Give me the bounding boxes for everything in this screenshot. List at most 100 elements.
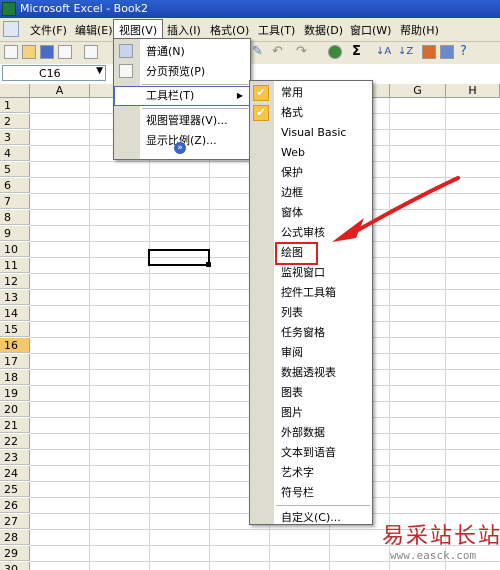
toolbar-menu-item[interactable]: 任务窗格 — [250, 323, 372, 343]
toolbar-menu-label: Visual Basic — [281, 126, 347, 139]
undo-icon[interactable]: ↶ — [272, 44, 283, 60]
toolbar-menu-item[interactable]: 图片 — [250, 403, 372, 423]
row-header[interactable]: 28 — [0, 530, 30, 545]
menu-file[interactable]: 文件(F) — [30, 22, 67, 38]
row-header[interactable]: 26 — [0, 498, 30, 513]
menu-edit[interactable]: 编辑(E) — [75, 22, 113, 38]
autosum-icon[interactable]: Σ — [352, 44, 361, 60]
menu-help[interactable]: 帮助(H) — [400, 22, 439, 38]
row-header[interactable]: 2 — [0, 114, 30, 129]
row-header[interactable]: 25 — [0, 482, 30, 497]
column-header[interactable]: G — [390, 84, 446, 98]
row-header[interactable]: 22 — [0, 434, 30, 449]
row-header[interactable]: 13 — [0, 290, 30, 305]
toolbar-menu-item[interactable]: 监视窗口 — [250, 263, 372, 283]
name-box-value: C16 — [39, 67, 61, 80]
row-header[interactable]: 27 — [0, 514, 30, 529]
gridline — [89, 98, 90, 570]
toolbar-menu-item[interactable]: Visual Basic — [250, 123, 372, 143]
highlight-box — [275, 242, 318, 265]
menu-format[interactable]: 格式(O) — [210, 22, 249, 38]
toolbar-menu-item[interactable]: 文本到语音 — [250, 443, 372, 463]
open-icon[interactable] — [22, 45, 36, 59]
row-header[interactable]: 29 — [0, 546, 30, 561]
column-header[interactable]: H — [446, 84, 500, 98]
toolbar-menu-label: 符号栏 — [281, 486, 314, 499]
drawing-icon[interactable] — [440, 45, 454, 59]
new-icon[interactable] — [4, 45, 18, 59]
toolbar-menu-item[interactable]: 数据透视表 — [250, 363, 372, 383]
row-header[interactable]: 30 — [0, 562, 30, 570]
fill-handle[interactable] — [206, 262, 211, 267]
view-menu-page-break[interactable]: 分页预览(P) — [114, 62, 250, 82]
watermark: 易采站长站 www.easck.com — [382, 518, 500, 570]
row-header[interactable]: 6 — [0, 178, 30, 193]
draw-icon[interactable]: ✎ — [252, 44, 263, 60]
column-header[interactable]: A — [30, 84, 90, 98]
toolbar-menu-item[interactable]: 控件工具箱 — [250, 283, 372, 303]
toolbar-menu-label: 监视窗口 — [281, 266, 325, 279]
row-header[interactable]: 3 — [0, 130, 30, 145]
row-header[interactable]: 12 — [0, 274, 30, 289]
row-header[interactable]: 18 — [0, 370, 30, 385]
row-header[interactable]: 10 — [0, 242, 30, 257]
print-icon[interactable] — [84, 45, 98, 59]
toolbar-menu-label: 艺术字 — [281, 466, 314, 479]
permission-icon[interactable] — [58, 45, 72, 59]
row-header[interactable]: 19 — [0, 386, 30, 401]
row-header[interactable]: 15 — [0, 322, 30, 337]
toolbar-menu-label: 窗体 — [281, 206, 303, 219]
toolbar-menu-item[interactable]: 列表 — [250, 303, 372, 323]
row-header[interactable]: 17 — [0, 354, 30, 369]
view-menu-custom-views[interactable]: 视图管理器(V)... — [114, 111, 250, 131]
save-icon[interactable] — [40, 45, 54, 59]
selected-cell[interactable] — [148, 249, 211, 267]
row-header[interactable]: 7 — [0, 194, 30, 209]
row-header[interactable]: 9 — [0, 226, 30, 241]
toolbar-menu-item[interactable]: 图表 — [250, 383, 372, 403]
toolbar-menu-item[interactable]: 自定义(C)... — [250, 508, 372, 528]
menu-window[interactable]: 窗口(W) — [350, 22, 391, 38]
row-header[interactable]: 21 — [0, 418, 30, 433]
row-header[interactable]: 5 — [0, 162, 30, 177]
row-header[interactable]: 16 — [0, 338, 30, 353]
menu-data[interactable]: 数据(D) — [304, 22, 343, 38]
help-icon[interactable]: ? — [460, 44, 467, 60]
redo-icon[interactable]: ↷ — [296, 44, 307, 60]
toolbar-menu-label: 数据透视表 — [281, 366, 336, 379]
name-box[interactable]: C16 ▼ — [2, 65, 106, 81]
menu-view[interactable]: 视图(V) — [113, 19, 164, 38]
menu-divider — [142, 108, 248, 109]
select-all-corner[interactable] — [0, 84, 30, 98]
row-header[interactable]: 11 — [0, 258, 30, 273]
toolbar-menu-item[interactable]: Web — [250, 143, 372, 163]
workbook-icon[interactable] — [3, 21, 19, 37]
chart-wizard-icon[interactable] — [422, 45, 436, 59]
sort-descending-icon[interactable]: ↓Z — [398, 44, 413, 60]
view-menu-normal[interactable]: 普通(N) — [114, 42, 250, 62]
view-menu-toolbars[interactable]: 工具栏(T) ▶ — [114, 86, 250, 106]
toolbar-menu-label: 格式 — [281, 106, 303, 119]
toolbar-menu-item[interactable]: 艺术字 — [250, 463, 372, 483]
toolbar-menu-item[interactable]: 审阅 — [250, 343, 372, 363]
view-menu-expand[interactable]: » — [114, 142, 250, 159]
row-header[interactable]: 8 — [0, 210, 30, 225]
toolbar-menu-label: 常用 — [281, 86, 303, 99]
hyperlink-icon[interactable] — [328, 45, 342, 59]
row-header[interactable]: 14 — [0, 306, 30, 321]
row-header[interactable]: 24 — [0, 466, 30, 481]
menu-tools[interactable]: 工具(T) — [258, 22, 295, 38]
toolbar-menu-item[interactable]: ✔ 格式 — [250, 103, 372, 123]
row-header[interactable]: 1 — [0, 98, 30, 113]
sort-ascending-icon[interactable]: ↓A — [376, 44, 391, 60]
toolbar-menu-item[interactable]: 符号栏 — [250, 483, 372, 503]
menu-insert[interactable]: 插入(I) — [167, 22, 201, 38]
row-header[interactable]: 23 — [0, 450, 30, 465]
page-break-icon — [119, 64, 133, 78]
gridline — [445, 98, 446, 570]
chevron-down-icon[interactable]: ▼ — [96, 66, 103, 76]
toolbar-menu-item[interactable]: ✔ 常用 — [250, 83, 372, 103]
toolbar-menu-item[interactable]: 外部数据 — [250, 423, 372, 443]
row-header[interactable]: 4 — [0, 146, 30, 161]
row-header[interactable]: 20 — [0, 402, 30, 417]
